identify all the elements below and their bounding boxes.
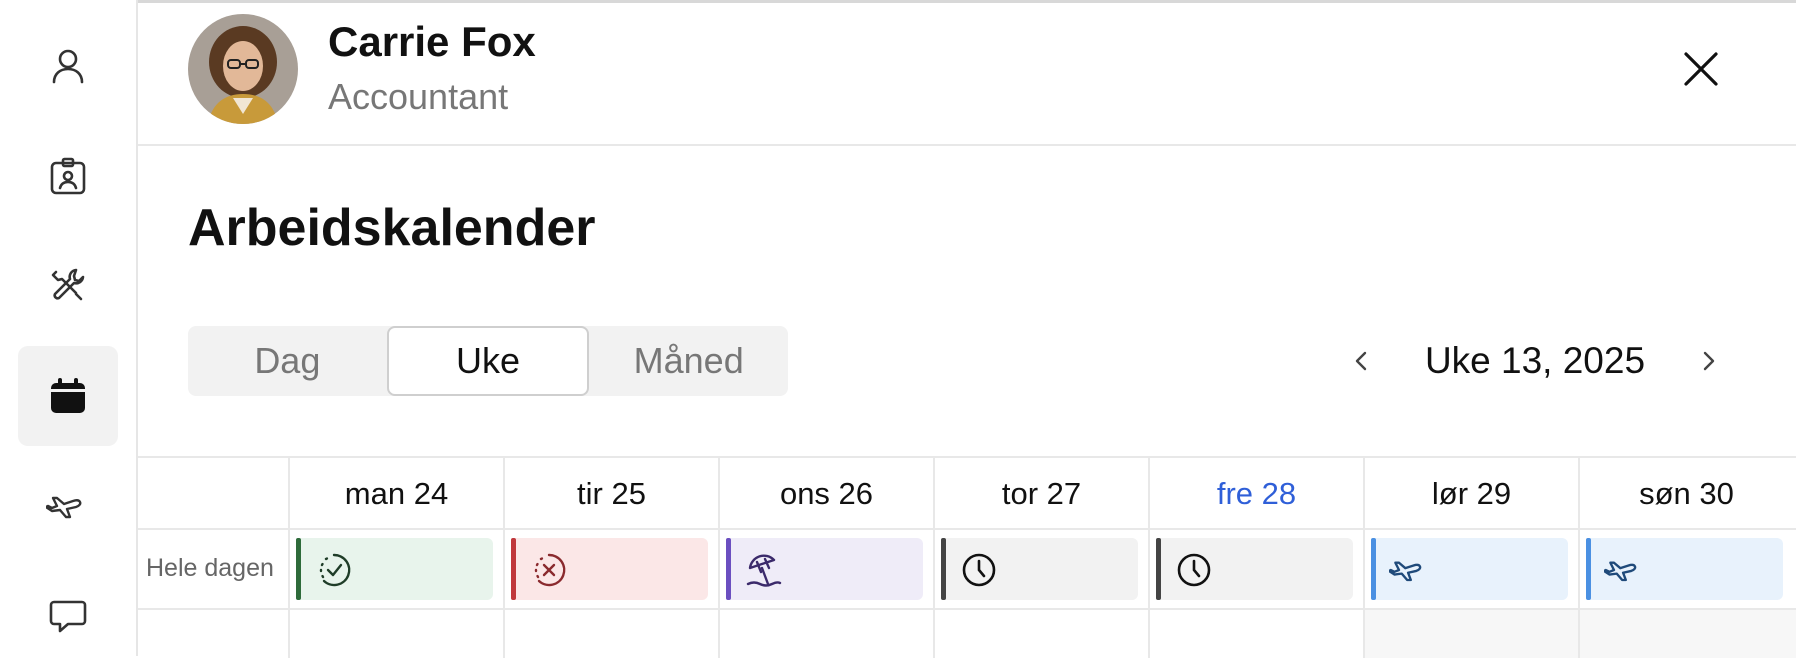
day-header-sat[interactable]: lør 29 [1365, 458, 1578, 530]
close-icon [1684, 52, 1718, 86]
day-header-tue[interactable]: tir 25 [505, 458, 718, 530]
day-header-wed[interactable]: ons 26 [720, 458, 933, 530]
person-icon [52, 49, 84, 84]
avatar-photo [188, 14, 298, 124]
day-header-fri-today[interactable]: fre 28 [1150, 458, 1363, 530]
chevron-left-icon [1355, 351, 1367, 371]
clock-icon [959, 550, 999, 590]
sidebar-item-calendar[interactable] [18, 346, 118, 446]
event-sat-travel[interactable] [1371, 538, 1568, 600]
week-navigation: Uke 13, 2025 [1340, 326, 1730, 396]
weekend-shading [1364, 610, 1796, 658]
page-title: Arbeidskalender [188, 199, 596, 257]
chat-bubble-icon [49, 600, 87, 633]
view-option-week[interactable]: Uke [386, 326, 590, 396]
week-calendar: man 24 tir 25 ons 26 tor 27 fre 28 lør 2… [138, 456, 1796, 658]
event-thu-hours[interactable] [941, 538, 1138, 600]
airplane-icon [1387, 550, 1429, 590]
previous-week-button[interactable] [1340, 339, 1384, 383]
event-sun-travel[interactable] [1586, 538, 1783, 600]
allday-divider [138, 608, 1796, 610]
event-color-bar [511, 538, 516, 600]
view-option-month[interactable]: Måned [589, 326, 788, 396]
close-button[interactable] [1676, 44, 1726, 94]
employee-role: Accountant [328, 76, 509, 117]
day-header-sun[interactable]: søn 30 [1580, 458, 1793, 530]
tools-icon [51, 268, 85, 301]
day-header-mon[interactable]: man 24 [290, 458, 503, 530]
employee-name: Carrie Fox [328, 18, 536, 65]
event-color-bar [296, 538, 301, 600]
event-mon-approved[interactable] [296, 538, 493, 600]
next-week-button[interactable] [1686, 339, 1730, 383]
sidebar-item-messages[interactable] [18, 566, 118, 666]
sidebar-item-tools[interactable] [18, 236, 118, 336]
event-color-bar [726, 538, 731, 600]
event-fri-hours[interactable] [1156, 538, 1353, 600]
view-toggle: Dag Uke Måned [188, 326, 788, 396]
chevron-right-icon [1703, 351, 1715, 371]
sidebar-item-profile[interactable] [18, 16, 118, 116]
event-color-bar [1586, 538, 1591, 600]
event-color-bar [941, 538, 946, 600]
x-circle-icon [529, 550, 569, 590]
check-circle-icon [314, 550, 354, 590]
sidebar-item-travel[interactable] [18, 456, 118, 556]
event-wed-vacation[interactable] [726, 538, 923, 600]
sidebar-item-id-card[interactable] [18, 126, 118, 226]
airplane-icon [46, 496, 82, 519]
view-option-day[interactable]: Dag [188, 326, 387, 396]
day-header-thu[interactable]: tor 27 [935, 458, 1148, 530]
all-day-label: Hele dagen [146, 554, 274, 582]
beach-umbrella-icon [744, 550, 784, 590]
calendar-icon [51, 378, 85, 413]
week-label: Uke 13, 2025 [1424, 340, 1646, 381]
airplane-icon [1602, 550, 1644, 590]
sidebar [0, 0, 138, 656]
profile-header: Carrie Fox Accountant [138, 0, 1796, 146]
avatar [188, 14, 298, 124]
event-color-bar [1156, 538, 1161, 600]
event-tue-rejected[interactable] [511, 538, 708, 600]
id-badge-icon [50, 157, 86, 195]
event-color-bar [1371, 538, 1376, 600]
clock-icon [1174, 550, 1214, 590]
